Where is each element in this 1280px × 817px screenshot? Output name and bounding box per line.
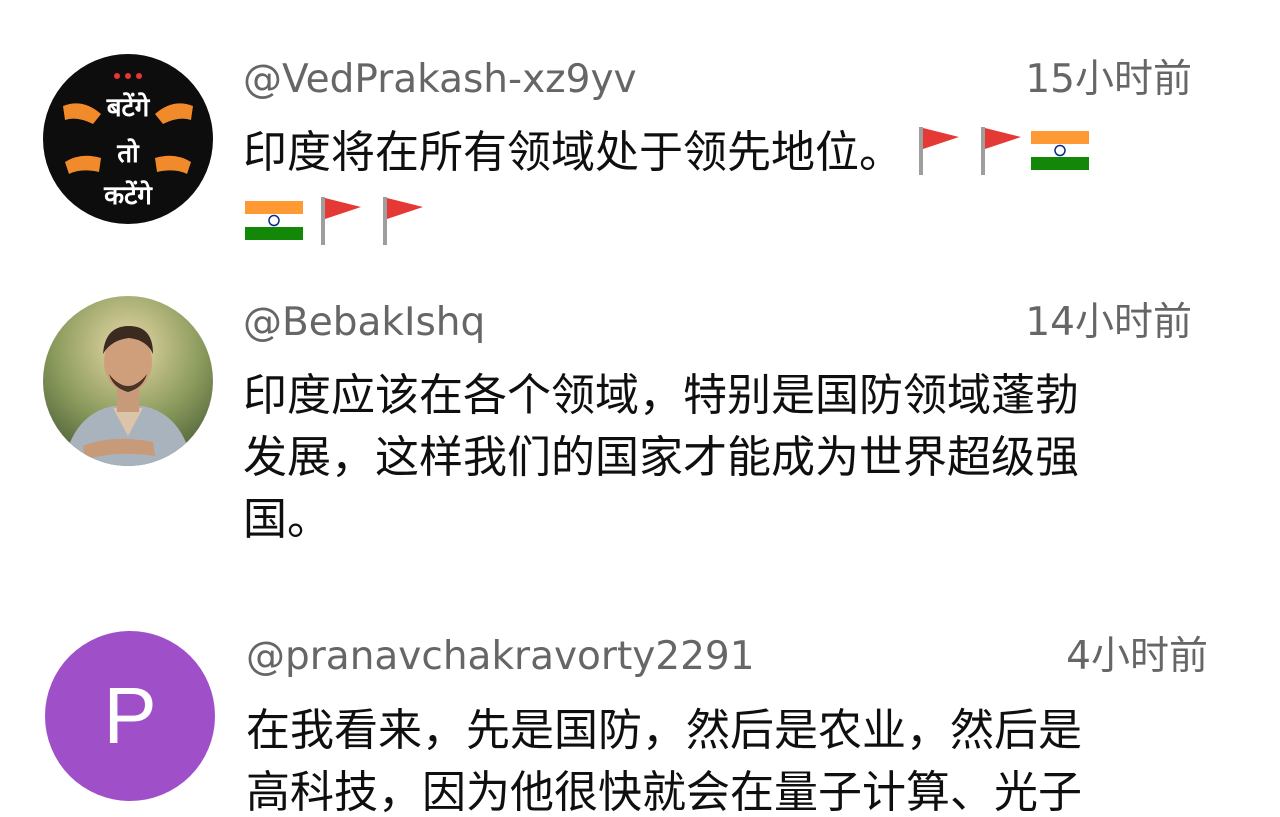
comment-author-handle[interactable]: @pranavchakravorty2291: [246, 633, 755, 681]
comment-text: 在我看来，先是国防，然后是农业，然后是 高科技，因为他很快就会在量子计算、光子: [246, 700, 1231, 817]
avatar-letter: P: [103, 671, 157, 760]
logo-avatar-image: बटेंगे तो कटेंगे: [43, 54, 213, 224]
avatar[interactable]: बटेंगे तो कटेंगे: [43, 54, 213, 224]
comment-timestamp: 14小时前: [1025, 300, 1192, 345]
india-flag-icon: [243, 195, 305, 262]
avatar[interactable]: P: [45, 631, 215, 801]
comment-text: 印度将在所有领域处于领先地位。: [243, 122, 1228, 262]
triangular-flag-icon: [905, 123, 965, 192]
comment-text-content: 印度将在所有领域处于领先地位。: [243, 127, 903, 178]
triangular-flag-icon: [967, 123, 1027, 192]
triangular-flag-icon: [369, 193, 429, 262]
comment-text-line-1: 印度应该在各个领域，特别是国防领域蓬勃: [243, 370, 1079, 421]
comment-text-line-2: [243, 192, 1228, 262]
comment-text-line-3: 国。: [243, 494, 331, 545]
comment-timestamp: 4小时前: [1066, 634, 1208, 679]
logo-line-3: कटेंगे: [103, 180, 153, 211]
profile-photo-avatar-image: [43, 296, 213, 466]
logo-line-2: तो: [116, 138, 140, 169]
comment-text: 印度应该在各个领域，特别是国防领域蓬勃 发展，这样我们的国家才能成为世界超级强 …: [243, 365, 1228, 551]
comment-timestamp: 15小时前: [1025, 57, 1192, 102]
india-flag-icon: [1029, 125, 1091, 192]
comment-author-handle[interactable]: @VedPrakash-xz9yv: [243, 56, 637, 104]
triangular-flag-icon: [307, 193, 367, 262]
logo-line-1: बटेंगे: [106, 92, 151, 123]
comment-text-line-1: 印度将在所有领域处于领先地位。: [243, 122, 1228, 192]
avatar[interactable]: [43, 296, 213, 466]
comment-text-line-2: 发展，这样我们的国家才能成为世界超级强: [243, 432, 1079, 483]
comment-author-handle[interactable]: @BebakIshq: [243, 299, 485, 347]
comment-text-line-1: 在我看来，先是国防，然后是农业，然后是: [246, 705, 1082, 756]
comment-text-line-2: 高科技，因为他很快就会在量子计算、光子: [246, 767, 1082, 817]
